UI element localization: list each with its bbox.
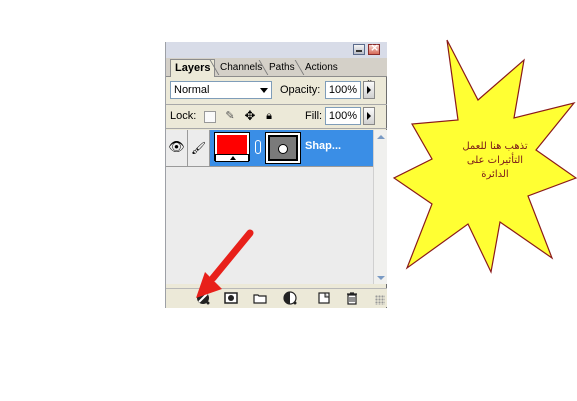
callout-line: الدائرة (481, 169, 509, 180)
callout-line: تذهب هنا للعمل (462, 141, 528, 152)
callout-line: التأثيرات على (466, 155, 524, 166)
circle-shape-icon (278, 144, 288, 154)
callout-text: تذهب هنا للعمل التأثيرات على الدائرة (445, 140, 545, 182)
callout-starburst (392, 39, 577, 274)
